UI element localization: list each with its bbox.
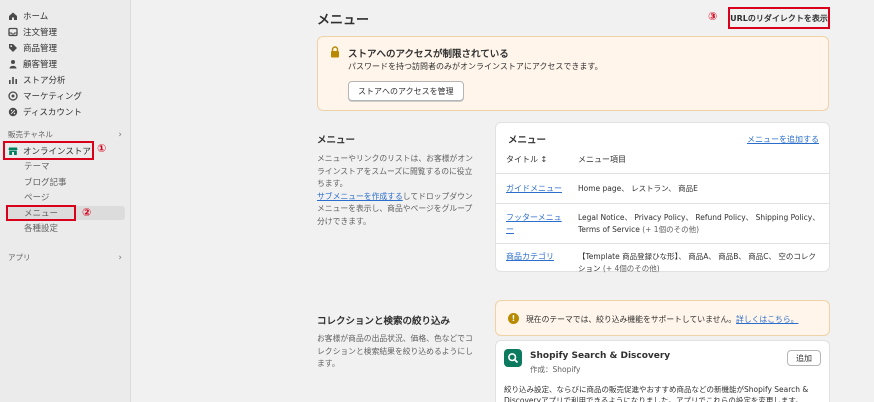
column-header-menu-items: メニュー項目 <box>578 155 626 164</box>
sidebar-item-marketing[interactable]: マーケティング <box>8 88 82 103</box>
lock-icon <box>330 46 340 58</box>
sidebar-item-label: 注文管理 <box>23 27 58 38</box>
sidebar-subitem-pages[interactable]: ページ <box>24 190 49 204</box>
table-row: ガイドメニュー Home page、 レストラン、 商品E <box>496 173 829 203</box>
menus-section-heading: メニュー <box>317 135 356 146</box>
sales-channels-header[interactable]: 販売チャネル › <box>8 129 122 140</box>
menu-items: Home page、 レストラン、 商品E <box>578 184 698 193</box>
column-header-title[interactable]: タイトル ↕ <box>506 154 547 165</box>
chevron-right-icon: › <box>118 252 122 263</box>
sidebar-item-customers[interactable]: 顧客管理 <box>8 56 57 71</box>
sidebar-item-label: ディスカウント <box>23 107 82 118</box>
collections-section-description: お客様が商品の出品状況、価格、色などでコレクションと検索結果を絞り込めるようにし… <box>317 334 473 368</box>
sidebar-item-label: 顧客管理 <box>23 59 58 70</box>
sales-channels-label: 販売チャネル <box>8 130 53 139</box>
menu-title-link[interactable]: 商品カテゴリ <box>506 251 564 263</box>
menus-section-description: メニューやリンクのリストは、お客様がオンラインストアをスムーズに閲覧するのに役立… <box>317 153 477 228</box>
sidebar-item-label: 商品管理 <box>23 43 58 54</box>
app-name: Shopify Search & Discovery <box>530 351 671 361</box>
sidebar-item-discounts[interactable]: ディスカウント <box>8 104 82 119</box>
sidebar-subitem-blog-posts[interactable]: ブログ記事 <box>24 175 67 189</box>
collections-section-heading: コレクションと検索の絞り込み <box>317 316 451 327</box>
sidebar-subitem-preferences[interactable]: 各種設定 <box>24 221 58 235</box>
sidebar-item-orders[interactable]: 注文管理 <box>8 24 57 39</box>
menu-items-text: Home page、 レストラン、 商品E <box>578 183 821 195</box>
annotation-box-1 <box>3 141 94 160</box>
sidebar: ホーム 注文管理 商品管理 顧客管理 ストア分析 マーケティング ディスカウント… <box>0 0 131 402</box>
access-restricted-banner: ストアへのアクセスが制限されている パスワードを持つ訪問者のみがオンラインストア… <box>317 36 829 111</box>
learn-more-link[interactable]: 詳しくはこちら。 <box>736 315 798 324</box>
sidebar-item-label: ホーム <box>23 11 49 22</box>
create-submenu-link[interactable]: サブメニューを作成する <box>317 192 403 201</box>
sidebar-subitem-themes[interactable]: テーマ <box>24 159 50 173</box>
chevron-right-icon: › <box>118 129 122 140</box>
menus-card: メニュー メニューを追加する タイトル ↕ メニュー項目 ガイドメニュー Hom… <box>495 122 830 275</box>
notice-message: 現在のテーマでは、絞り込み機能をサポートしていません。 <box>526 315 737 324</box>
target-icon <box>8 90 18 101</box>
annotation-1: ① <box>97 142 107 155</box>
search-discovery-logo-icon <box>504 349 522 367</box>
discount-icon <box>8 107 18 117</box>
menus-card-title: メニュー <box>508 135 547 146</box>
alert-icon: ! <box>508 313 519 324</box>
menu-items-text: 【Template 商品登録ひな形】、 商品A、 商品B、 商品C、 空のコレク… <box>578 251 821 275</box>
filter-unsupported-notice: ! 現在のテーマでは、絞り込み機能をサポートしていません。詳しくはこちら。 <box>495 300 830 336</box>
sidebar-item-analytics[interactable]: ストア分析 <box>8 72 66 87</box>
add-app-button[interactable]: 追加 <box>787 350 821 366</box>
app-author: 作成：Shopify <box>530 365 581 374</box>
annotation-box-2 <box>6 205 76 221</box>
table-row: フッターメニュー Legal Notice、 Privacy Policy、 R… <box>496 203 829 243</box>
menu-items-text: Legal Notice、 Privacy Policy、 Refund Pol… <box>578 212 821 236</box>
sidebar-item-label: ストア分析 <box>23 75 66 86</box>
more-count: (+ 1個のその他) <box>642 225 699 234</box>
search-discovery-app-card: Shopify Search & Discovery 作成：Shopify 追加… <box>495 340 830 402</box>
more-count: (+ 4個のその他) <box>602 264 660 273</box>
banner-description: パスワードを持つ訪問者のみがオンラインストアにアクセスできます。 <box>348 62 603 71</box>
page-title: メニュー <box>317 13 370 28</box>
inbox-icon <box>8 27 18 37</box>
tag-icon <box>8 43 18 53</box>
view-url-redirects-button[interactable]: URLのリダイレクトを表示 <box>728 7 830 29</box>
bar-chart-icon <box>8 75 18 85</box>
sidebar-item-home[interactable]: ホーム <box>8 8 48 23</box>
menu-title-link[interactable]: フッターメニュー <box>506 212 564 236</box>
sidebar-item-label: マーケティング <box>23 91 82 102</box>
annotation-2: ② <box>82 206 92 219</box>
apps-header[interactable]: アプリ › <box>8 252 122 263</box>
add-menu-link[interactable]: メニューを追加する <box>747 134 819 145</box>
banner-title: ストアへのアクセスが制限されている <box>348 49 509 60</box>
table-row: 商品カテゴリ 【Template 商品登録ひな形】、 商品A、 商品B、 商品C… <box>496 243 829 275</box>
annotation-3: ③ <box>708 10 718 23</box>
person-icon <box>8 59 18 69</box>
app-description: 絞り込み設定、ならびに商品の販売促進やおすすめ商品などの新機能がShopify … <box>504 385 809 402</box>
apps-label: アプリ <box>8 253 31 262</box>
manage-store-access-button[interactable]: ストアへのアクセスを管理 <box>348 81 464 101</box>
menu-title-link[interactable]: ガイドメニュー <box>506 183 564 195</box>
sidebar-item-products[interactable]: 商品管理 <box>8 40 57 55</box>
home-icon <box>8 11 18 21</box>
menus-desc-text: メニューやリンクのリストは、お客様がオンラインストアをスムーズに閲覧するのに役立… <box>317 154 473 188</box>
notice-text: 現在のテーマでは、絞り込み機能をサポートしていません。詳しくはこちら。 <box>526 314 798 325</box>
